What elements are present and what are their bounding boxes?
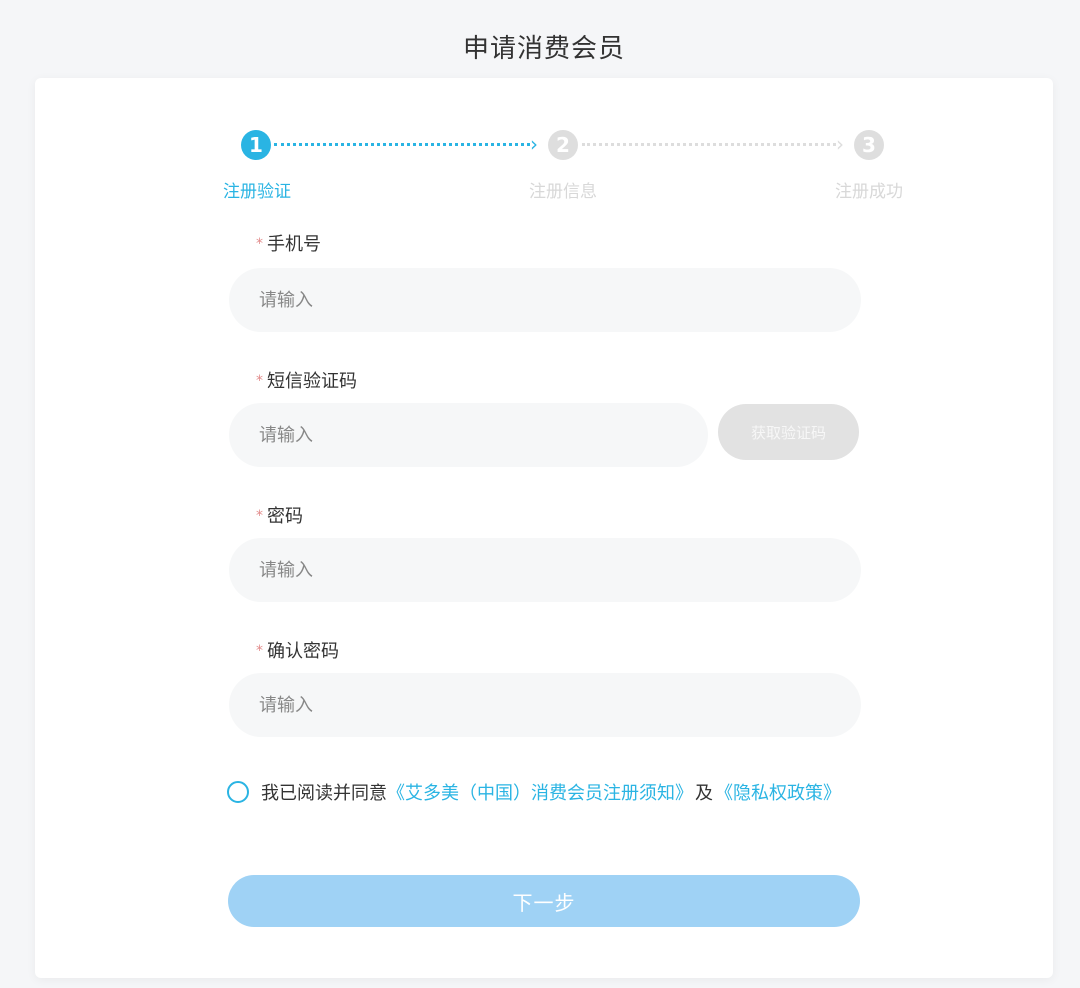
sms-code-input[interactable] bbox=[229, 403, 708, 467]
password-input[interactable] bbox=[229, 538, 861, 602]
step-1-circle: 1 bbox=[241, 130, 271, 160]
chevron-right-icon: › bbox=[836, 132, 844, 156]
confirm-password-input[interactable] bbox=[229, 673, 861, 737]
agreement-checkbox[interactable] bbox=[227, 781, 249, 803]
step-2-circle: 2 bbox=[548, 130, 578, 160]
required-mark: * bbox=[256, 373, 263, 389]
required-mark: * bbox=[256, 508, 263, 524]
step-1-connector bbox=[274, 143, 530, 146]
agreement-row: 我已阅读并同意 《艾多美（中国）消费会员注册须知》 及 《隐私权政策》 bbox=[227, 780, 841, 804]
get-code-button[interactable]: 获取验证码 bbox=[718, 404, 859, 460]
phone-label: * 手机号 bbox=[256, 230, 321, 256]
step-2-connector bbox=[582, 143, 836, 146]
next-step-button[interactable]: 下一步 bbox=[228, 875, 860, 927]
sms-code-label-text: 短信验证码 bbox=[267, 371, 357, 392]
registration-card bbox=[35, 78, 1053, 978]
phone-input[interactable] bbox=[229, 268, 861, 332]
password-label-text: 密码 bbox=[267, 506, 303, 527]
agreement-prefix: 我已阅读并同意 bbox=[261, 783, 387, 804]
step-2-label: 注册信息 bbox=[529, 182, 597, 202]
confirm-password-label-text: 确认密码 bbox=[267, 641, 339, 662]
member-terms-link[interactable]: 《艾多美（中国）消费会员注册须知》 bbox=[387, 779, 693, 805]
privacy-policy-link[interactable]: 《隐私权政策》 bbox=[715, 779, 841, 805]
required-mark: * bbox=[256, 643, 263, 659]
password-label: * 密码 bbox=[256, 502, 303, 528]
chevron-right-icon: › bbox=[530, 132, 538, 156]
step-3-label: 注册成功 bbox=[835, 182, 903, 202]
step-3-circle: 3 bbox=[854, 130, 884, 160]
required-mark: * bbox=[256, 236, 263, 252]
step-1-label: 注册验证 bbox=[223, 182, 291, 202]
agreement-conjunction: 及 bbox=[695, 783, 713, 804]
phone-label-text: 手机号 bbox=[267, 234, 321, 255]
sms-code-label: * 短信验证码 bbox=[256, 367, 357, 393]
confirm-password-label: * 确认密码 bbox=[256, 637, 339, 663]
page-title: 申请消费会员 bbox=[462, 34, 625, 64]
